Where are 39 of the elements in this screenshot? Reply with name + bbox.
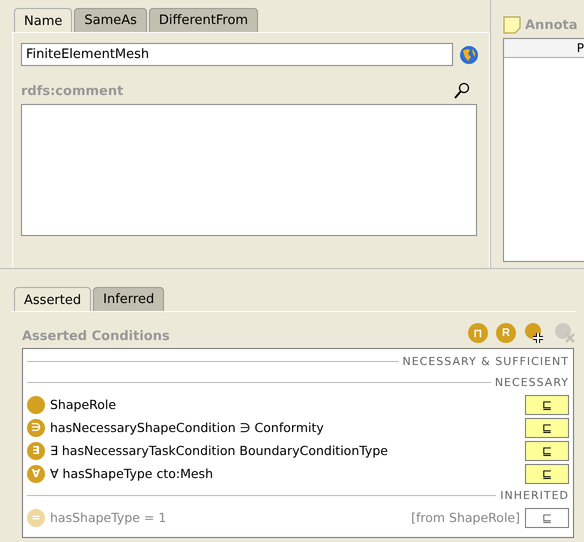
relation-button[interactable]: ⊑ xyxy=(525,394,569,414)
restriction-icon: ∃ xyxy=(27,442,45,460)
condition-text: ∀ hasShapeType cto:Mesh xyxy=(50,466,214,481)
restriction-icon: ∋ xyxy=(27,418,45,436)
relation-button[interactable]: ⊑ xyxy=(525,508,569,528)
search-icon[interactable] xyxy=(453,82,471,100)
section-heading: NECESSARY xyxy=(494,376,569,389)
section-heading: INHERITED xyxy=(500,489,569,502)
tab[interactable]: DifferentFrom xyxy=(148,8,258,32)
column-header: P xyxy=(504,39,584,58)
relation-button[interactable]: ⊑ xyxy=(525,440,569,460)
comment-label: rdfs:comment xyxy=(21,84,124,98)
condition-row[interactable]: = hasShapeType = 1 [from ShapeRole] ⊑ xyxy=(27,506,569,529)
tab[interactable]: Asserted xyxy=(14,287,92,311)
condition-text: ShapeRole xyxy=(50,397,118,412)
condition-row[interactable]: ∋ hasNecessaryShapeCondition ∋ Conformity ⊑ xyxy=(27,416,569,439)
relation-button[interactable]: ⊑ xyxy=(525,464,569,484)
condition-text: hasShapeType = 1 xyxy=(50,510,168,525)
tab[interactable]: SameAs xyxy=(74,8,147,32)
condition-row[interactable]: ShapeRole ⊑ xyxy=(27,393,569,416)
note-icon xyxy=(503,16,521,34)
relation-button[interactable]: ⊑ xyxy=(525,418,569,438)
origin-text: [from ShapeRole] xyxy=(411,510,520,525)
tab[interactable]: Inferred xyxy=(93,287,164,311)
section-heading: NECESSARY & SUFFICIENT xyxy=(402,355,569,368)
condition-row[interactable]: ∃ ∃ hasNecessaryTaskCondition BoundaryConditionType ⊑ xyxy=(27,439,569,462)
restriction-icon: ∀ xyxy=(27,464,45,482)
condition-text: ∃ hasNecessaryTaskCondition BoundaryConditionType xyxy=(50,443,389,458)
globe-icon[interactable] xyxy=(459,44,479,64)
annotations-title: Annota xyxy=(525,18,578,32)
tab[interactable]: Name xyxy=(14,8,72,32)
conditions-title: Asserted Conditions xyxy=(22,329,170,344)
restriction-icon: = xyxy=(27,508,45,526)
class-icon xyxy=(27,396,45,414)
condition-text: hasNecessaryShapeCondition ∋ Conformity xyxy=(50,420,325,435)
add-class-icon[interactable] xyxy=(524,322,546,344)
comment-field[interactable] xyxy=(21,104,477,236)
condition-row[interactable]: ∀ ∀ hasShapeType cto:Mesh ⊑ xyxy=(27,462,569,485)
name-field[interactable]: FiniteElementMesh xyxy=(21,43,453,66)
